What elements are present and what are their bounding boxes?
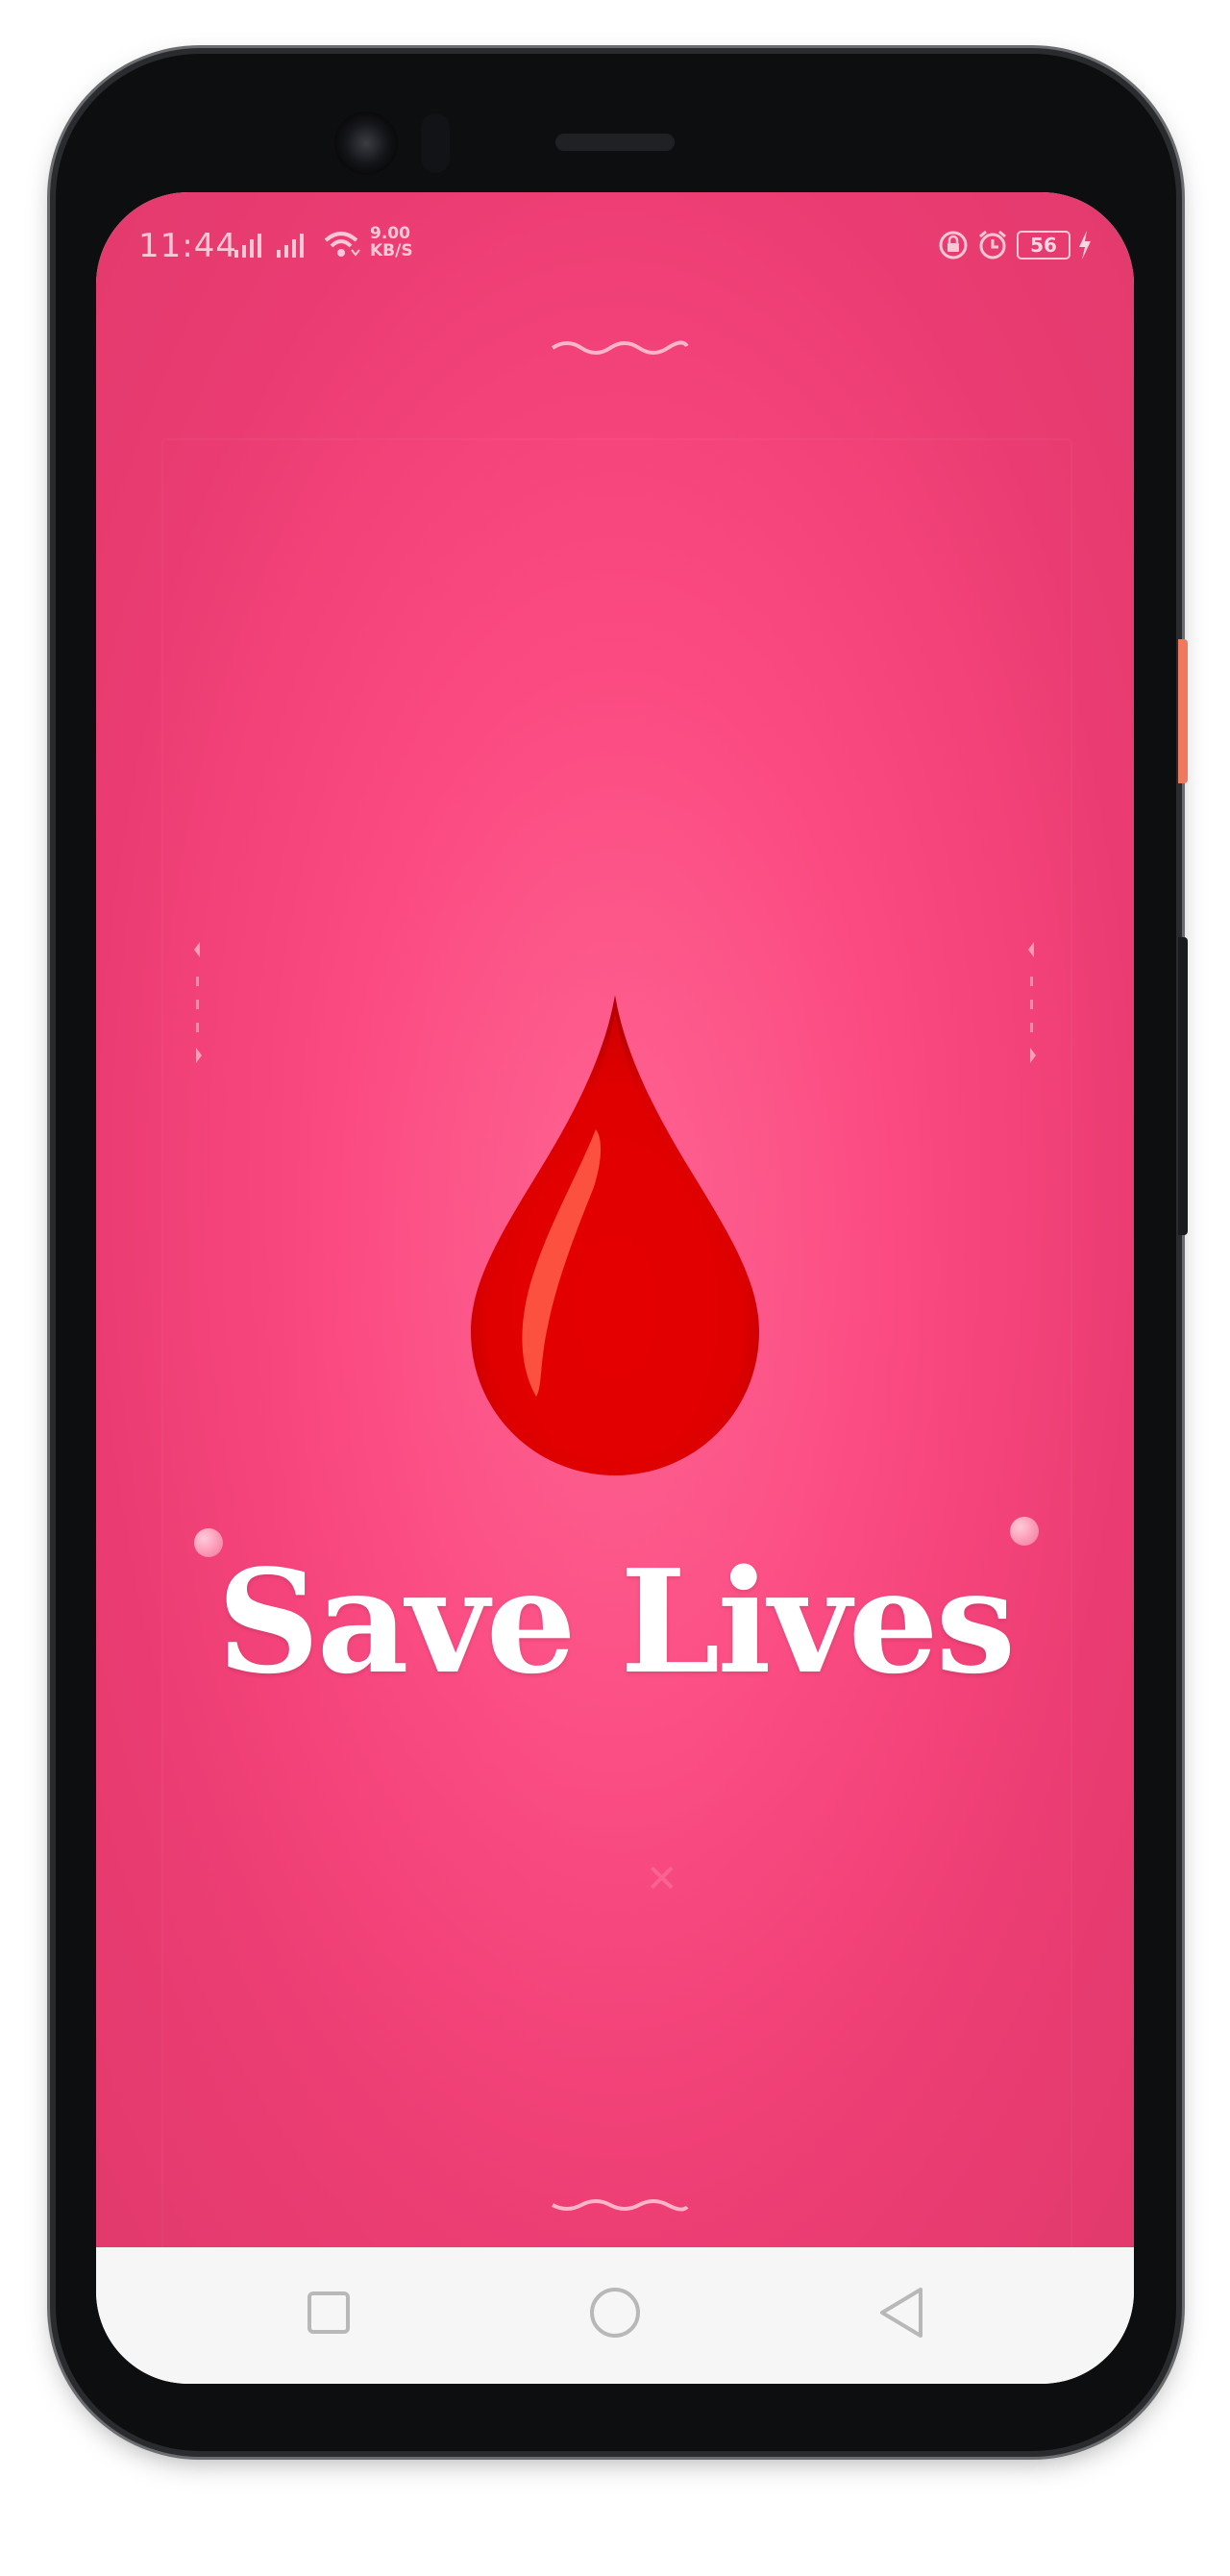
right-dash-ornament <box>1028 942 1036 1063</box>
back-icon[interactable] <box>871 2282 932 2343</box>
network-speed-value: 9.00 <box>370 224 410 243</box>
front-camera <box>334 111 398 175</box>
screen: 11:44 9.00 KB/S 56 Save Lives ✕ <box>96 192 1134 2384</box>
blood-drop-icon <box>471 995 759 1475</box>
headline: Save Lives <box>216 1538 1016 1705</box>
status-bar: 11:44 9.00 KB/S 56 <box>96 192 1134 298</box>
power-button <box>1178 639 1188 783</box>
alarm-icon <box>979 230 1006 260</box>
signal-icon <box>234 234 261 258</box>
top-ornament <box>551 340 689 355</box>
lock-rotation-icon <box>939 231 968 260</box>
signal-icon <box>277 234 304 258</box>
network-speed-unit: KB/S <box>370 241 413 260</box>
status-icons: 56 <box>938 229 1092 261</box>
status-time: 11:44 <box>138 227 237 265</box>
splash-screen: 11:44 9.00 KB/S 56 Save Lives ✕ <box>96 192 1134 2301</box>
home-icon[interactable] <box>584 2282 646 2343</box>
battery-icon: 56 <box>1017 231 1070 260</box>
navigation-bar <box>96 2247 1134 2384</box>
battery-level: 56 <box>1030 234 1057 257</box>
earpiece-speaker <box>555 134 675 151</box>
faint-decoration: ✕ <box>646 1857 678 1901</box>
charging-icon <box>1079 231 1091 260</box>
network-speed: 9.00 KB/S <box>370 225 413 260</box>
proximity-sensor <box>421 113 450 173</box>
recents-icon[interactable] <box>298 2282 359 2343</box>
volume-button <box>1178 937 1188 1235</box>
bottom-ornament <box>552 2199 689 2212</box>
wifi-icon <box>324 232 360 257</box>
left-dash-ornament <box>194 942 202 1063</box>
